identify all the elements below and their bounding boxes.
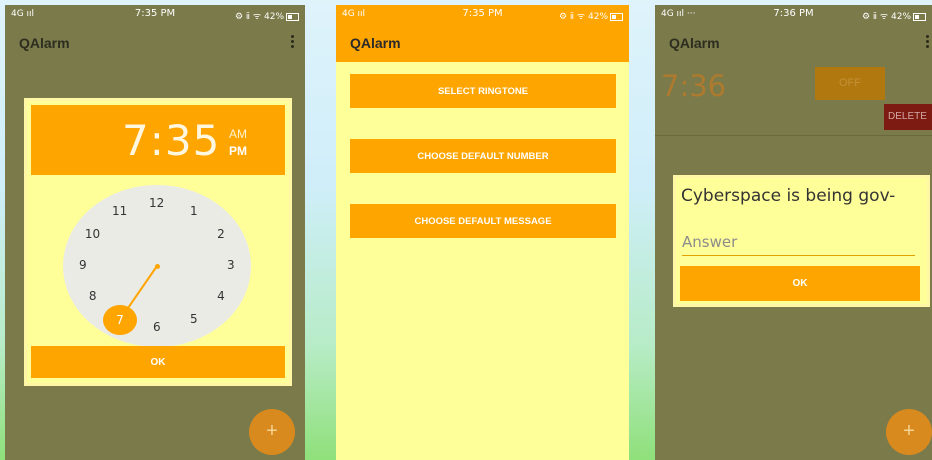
app-title: QAlarm — [669, 35, 720, 51]
clock-hour-1[interactable]: 1 — [190, 204, 198, 218]
question-dialog: Cyberspace is being gov- OK — [676, 178, 927, 304]
add-alarm-button[interactable]: + — [886, 409, 932, 455]
clock-hour-7-selected[interactable]: 7 — [103, 304, 137, 335]
clock-hour-4[interactable]: 4 — [217, 289, 225, 303]
delete-alarm-button[interactable]: DELETE — [884, 104, 932, 130]
phone-screen-time-picker: 4G ııl 7:35 PM ⚙ ⅱ ᯤ 42% QAlarm 7:35 AM … — [5, 5, 305, 460]
battery-icon — [286, 12, 299, 21]
clock-hour-5[interactable]: 5 — [190, 312, 198, 326]
question-text: Cyberspace is being gov- — [681, 186, 896, 206]
app-bar: QAlarm — [336, 22, 629, 62]
phone-screen-settings: 4G ııl 7:35 PM ⚙ ⅱ ᯤ 42% QAlarm SELECT R… — [336, 5, 629, 460]
time-picker-dialog: 7:35 AM PM 12 1 2 3 4 5 6 7 8 9 10 11 OK — [27, 101, 289, 383]
status-icons: ⚙ ⅱ ᯤ 42% — [235, 9, 299, 22]
clock-hour-9[interactable]: 9 — [79, 258, 87, 272]
clock-hour-12[interactable]: 12 — [149, 196, 164, 210]
app-title: QAlarm — [19, 35, 70, 51]
plus-icon: + — [903, 420, 915, 442]
ok-button[interactable]: OK — [680, 266, 920, 301]
pm-option[interactable]: PM — [229, 144, 247, 158]
app-bar: QAlarm — [5, 22, 305, 62]
time-header: 7:35 AM PM — [31, 105, 285, 175]
clock-hand — [127, 265, 158, 309]
status-bar: 4G ııl 7:35 PM ⚙ ⅱ ᯤ 42% — [5, 5, 305, 22]
clock-center-dot — [154, 263, 160, 269]
overflow-menu-icon[interactable] — [926, 35, 930, 49]
add-alarm-button[interactable]: + — [249, 409, 295, 455]
clock-hour-6[interactable]: 6 — [153, 320, 161, 334]
phone-screen-question: 4G ııl ··· 7:36 PM ⚙ ⅱ ᯤ 42% QAlarm 7:36… — [655, 5, 932, 460]
clock-hour-10[interactable]: 10 — [85, 227, 100, 241]
clock-face[interactable]: 12 1 2 3 4 5 6 7 8 9 10 11 — [63, 185, 251, 347]
status-icons: ⚙ ⅱ ᯤ 42% — [559, 9, 623, 22]
ok-button[interactable]: OK — [31, 346, 285, 378]
battery-icon — [913, 12, 926, 21]
app-title: QAlarm — [350, 35, 401, 51]
answer-input[interactable] — [682, 228, 915, 256]
select-ringtone-button[interactable]: SELECT RINGTONE — [350, 74, 616, 108]
clock-hour-2[interactable]: 2 — [217, 227, 225, 241]
selected-time[interactable]: 7:35 — [122, 116, 220, 165]
status-bar: 4G ııl ··· 7:36 PM ⚙ ⅱ ᯤ 42% — [655, 5, 932, 22]
alarm-toggle-button[interactable]: OFF — [815, 67, 885, 100]
am-option[interactable]: AM — [229, 127, 247, 141]
status-bar: 4G ııl 7:35 PM ⚙ ⅱ ᯤ 42% — [336, 5, 629, 22]
choose-default-number-button[interactable]: CHOOSE DEFAULT NUMBER — [350, 139, 616, 173]
alarm-time: 7:36 — [661, 69, 727, 103]
overflow-menu-icon[interactable] — [291, 35, 295, 49]
status-icons: ⚙ ⅱ ᯤ 42% — [862, 9, 926, 22]
clock-hour-11[interactable]: 11 — [112, 204, 127, 218]
clock-hour-3[interactable]: 3 — [227, 258, 235, 272]
divider — [655, 135, 932, 136]
battery-icon — [610, 12, 623, 21]
choose-default-message-button[interactable]: CHOOSE DEFAULT MESSAGE — [350, 204, 616, 238]
clock-hour-8[interactable]: 8 — [89, 289, 97, 303]
plus-icon: + — [266, 420, 278, 442]
app-bar: QAlarm — [655, 22, 932, 62]
